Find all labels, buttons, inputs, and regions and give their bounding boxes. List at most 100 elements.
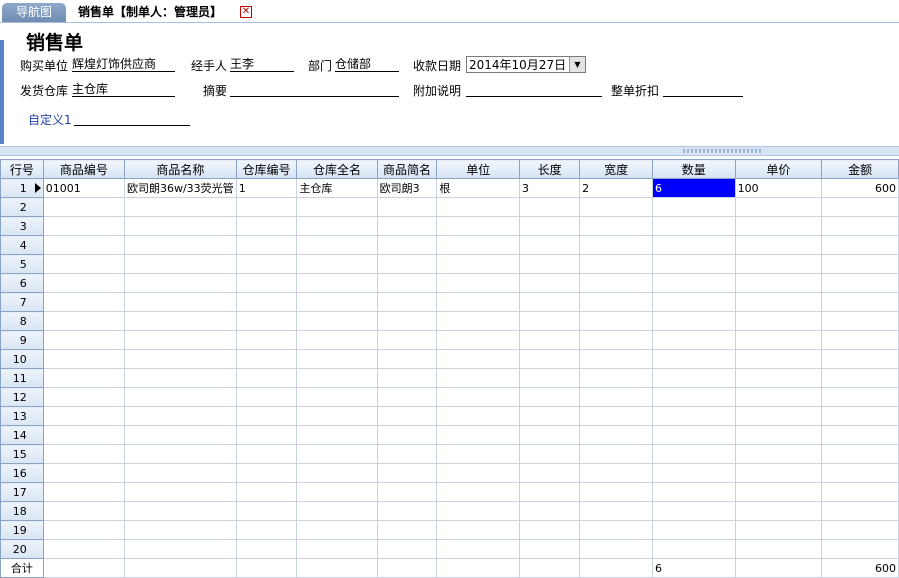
cell-unit[interactable]	[436, 368, 520, 388]
table-row[interactable]: 12	[0, 387, 899, 407]
cell-warehouse-name[interactable]	[296, 539, 378, 559]
table-row[interactable]: 9	[0, 330, 899, 350]
cell-length[interactable]	[518, 292, 581, 312]
col-header-unit[interactable]: 单位	[436, 159, 520, 179]
cell-item-name[interactable]	[123, 387, 237, 407]
cell-unit[interactable]	[436, 425, 520, 445]
table-row[interactable]: 20	[0, 539, 899, 559]
row-number[interactable]: 14	[0, 425, 44, 445]
cell-unit-price[interactable]	[734, 463, 823, 483]
cell-unit-price[interactable]	[734, 520, 823, 540]
cell-warehouse-code[interactable]	[235, 539, 298, 559]
cell-item-name[interactable]	[123, 311, 237, 331]
cell-item-short-name[interactable]	[376, 216, 438, 236]
cell-unit[interactable]	[436, 501, 520, 521]
panel-splitter[interactable]	[0, 146, 899, 156]
cell-amount[interactable]	[821, 520, 899, 540]
cell-unit[interactable]	[436, 406, 520, 426]
cell-item-short-name[interactable]	[376, 254, 438, 274]
cell-warehouse-code[interactable]	[235, 197, 298, 217]
col-header-item-short-name[interactable]: 商品简名	[376, 159, 438, 179]
cell-unit-price[interactable]	[734, 235, 823, 255]
cell-width[interactable]	[579, 406, 653, 426]
cell-warehouse-code[interactable]	[235, 520, 298, 540]
close-tab-icon[interactable]: ✕	[240, 6, 252, 18]
cell-item-name[interactable]	[123, 425, 237, 445]
cell-quantity[interactable]	[652, 254, 736, 274]
cell-length[interactable]	[518, 254, 581, 274]
cell-item-short-name[interactable]	[376, 311, 438, 331]
cell-unit[interactable]	[436, 520, 520, 540]
splitter-grip[interactable]	[683, 149, 761, 153]
cell-width[interactable]	[579, 292, 653, 312]
cell-warehouse-code[interactable]	[235, 311, 298, 331]
cell-warehouse-code[interactable]	[235, 387, 298, 407]
cell-warehouse-name[interactable]	[296, 216, 378, 236]
cell-unit[interactable]	[436, 482, 520, 502]
table-row[interactable]: 16	[0, 463, 899, 483]
cell-item-short-name[interactable]	[376, 330, 438, 350]
cell-width[interactable]	[579, 368, 653, 388]
cell-amount[interactable]	[821, 292, 899, 312]
row-number[interactable]: 5	[0, 254, 44, 274]
col-header-length[interactable]: 长度	[518, 159, 581, 179]
cell-quantity[interactable]	[652, 425, 736, 445]
row-number[interactable]: 18	[0, 501, 44, 521]
cell-unit-price[interactable]	[734, 368, 823, 388]
department-field[interactable]: 仓储部	[335, 57, 399, 72]
cell-warehouse-code[interactable]	[235, 406, 298, 426]
cell-item-short-name[interactable]	[376, 406, 438, 426]
cell-item-short-name[interactable]	[376, 197, 438, 217]
row-number[interactable]: 17	[0, 482, 44, 502]
row-number[interactable]: 19	[0, 520, 44, 540]
cell-unit[interactable]	[436, 539, 520, 559]
cell-item-code[interactable]	[42, 463, 125, 483]
cell-unit[interactable]	[436, 235, 520, 255]
col-header-item-code[interactable]: 商品编号	[42, 159, 125, 179]
custom1-field[interactable]	[74, 111, 190, 126]
cell-quantity[interactable]	[652, 368, 736, 388]
cell-unit[interactable]: 根	[436, 178, 520, 198]
cell-item-code[interactable]: 01001	[42, 178, 125, 198]
cell-warehouse-code[interactable]	[235, 273, 298, 293]
table-row[interactable]: 11	[0, 368, 899, 388]
cell-amount[interactable]	[821, 216, 899, 236]
cell-length[interactable]	[518, 406, 581, 426]
cell-item-name[interactable]	[123, 254, 237, 274]
cell-warehouse-name[interactable]	[296, 235, 378, 255]
col-header-quantity[interactable]: 数量	[652, 159, 736, 179]
cell-width[interactable]	[579, 501, 653, 521]
cell-warehouse-code[interactable]	[235, 254, 298, 274]
cell-item-name[interactable]	[123, 520, 237, 540]
cell-item-short-name[interactable]	[376, 444, 438, 464]
cell-item-code[interactable]	[42, 368, 125, 388]
cell-item-name[interactable]	[123, 501, 237, 521]
row-number[interactable]: 7	[0, 292, 44, 312]
cell-item-name[interactable]	[123, 197, 237, 217]
cell-unit-price[interactable]	[734, 273, 823, 293]
table-row[interactable]: 1 01001 欧司朗36w/33荧光管 1 主仓库 欧司朗3 根 3 2 6 …	[0, 178, 899, 198]
cell-item-short-name[interactable]	[376, 482, 438, 502]
cell-warehouse-name[interactable]	[296, 387, 378, 407]
cell-unit[interactable]	[436, 463, 520, 483]
cell-item-short-name[interactable]	[376, 425, 438, 445]
cell-unit-price[interactable]	[734, 387, 823, 407]
cell-item-code[interactable]	[42, 216, 125, 236]
cell-amount[interactable]	[821, 330, 899, 350]
cell-warehouse-name[interactable]	[296, 330, 378, 350]
cell-length[interactable]	[518, 235, 581, 255]
cell-unit-price[interactable]	[734, 539, 823, 559]
table-row[interactable]: 7	[0, 292, 899, 312]
cell-warehouse-code[interactable]	[235, 235, 298, 255]
cell-item-code[interactable]	[42, 273, 125, 293]
row-number[interactable]: 8	[0, 311, 44, 331]
cell-warehouse-code[interactable]: 1	[235, 178, 298, 198]
cell-quantity[interactable]	[652, 501, 736, 521]
cell-item-short-name[interactable]	[376, 368, 438, 388]
cell-warehouse-name[interactable]	[296, 197, 378, 217]
tab-sales-order[interactable]: 销售单【制单人：管理员】	[68, 3, 231, 22]
discount-field[interactable]	[663, 82, 743, 97]
cell-unit-price[interactable]	[734, 292, 823, 312]
cell-amount[interactable]	[821, 482, 899, 502]
cell-item-code[interactable]	[42, 349, 125, 369]
